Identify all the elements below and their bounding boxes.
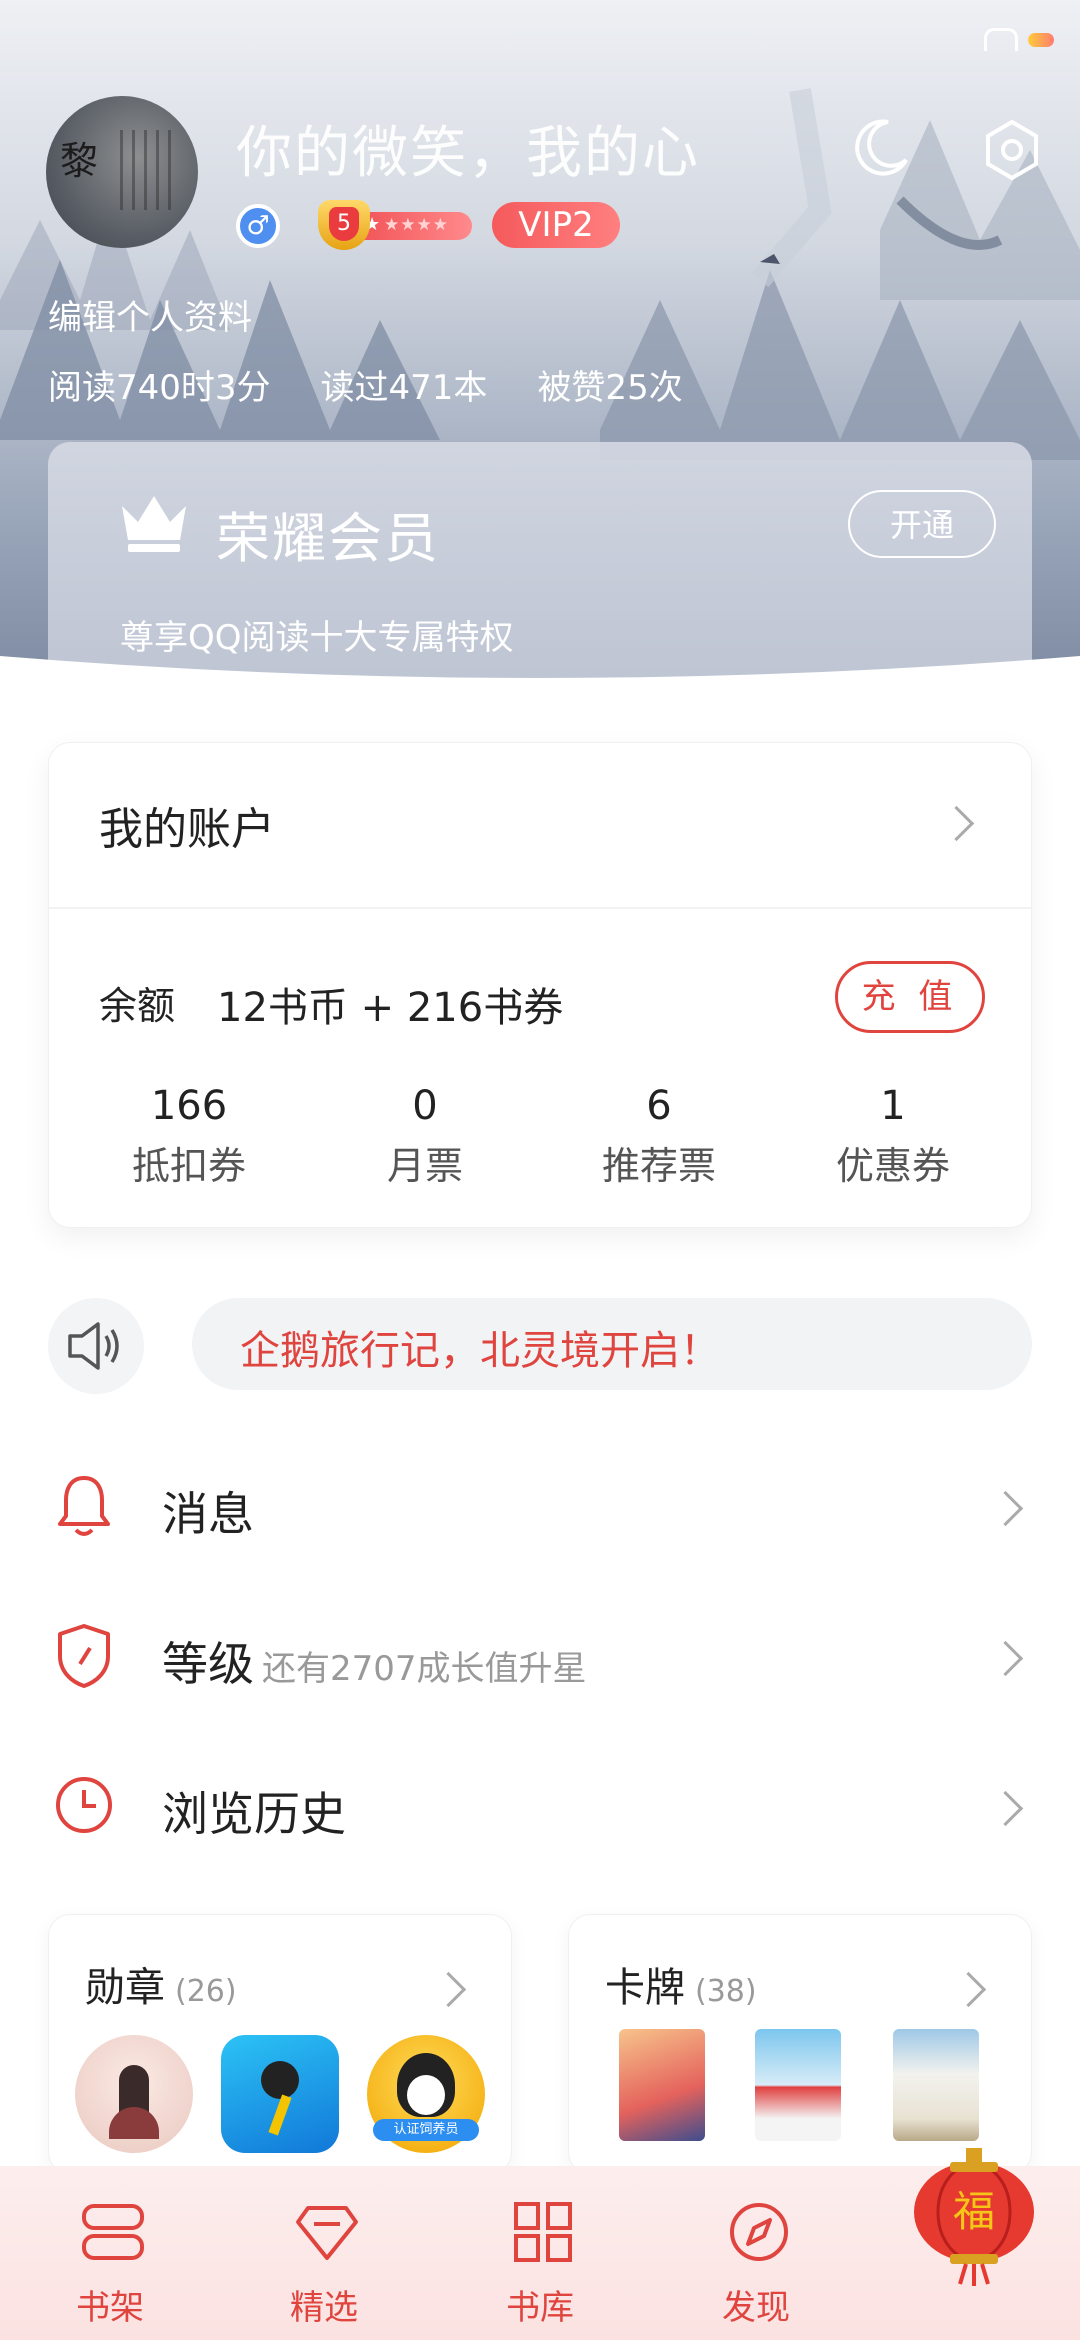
level-number: 5: [329, 207, 359, 241]
chevron-right-icon: [950, 1971, 987, 2008]
speaker-icon: [68, 1322, 119, 1370]
clock-icon: [56, 1777, 112, 1833]
ticket-label: 推荐票: [601, 1144, 716, 1188]
announcement-speaker[interactable]: [48, 1298, 144, 1394]
account-card: 我的账户 余额 12书币 + 216书券 充 值 166 抵扣券 0 月票 6 …: [48, 742, 1032, 1228]
cards-title: 卡牌 (38): [605, 1955, 757, 2013]
tab-label: 书架: [76, 2288, 144, 2328]
battery-icon: [1028, 32, 1054, 47]
diamond-icon: [296, 2206, 358, 2260]
tab-featured[interactable]: 精选: [244, 2166, 404, 2340]
medals-card[interactable]: 勋章 (26) 认证饲养员: [48, 1914, 512, 2174]
shield-icon: [58, 1624, 110, 1688]
level-hint: 还有2707成长值升星: [262, 1649, 587, 1689]
avatar-glyph: 黎: [60, 139, 99, 183]
crown-icon: [122, 496, 186, 552]
ticket-label: 抵扣券: [131, 1144, 246, 1188]
chevron-right-icon: [430, 1971, 467, 2008]
stat-reading-time[interactable]: 阅读740时3分: [48, 360, 271, 409]
tab-bookshelf[interactable]: 书架: [30, 2166, 190, 2340]
avatar-calligraphy: [120, 130, 180, 210]
vip-badge[interactable]: VIP2: [492, 202, 620, 248]
chevron-right-icon: [987, 1490, 1024, 1527]
ticket-deduction[interactable]: 166 抵扣券: [79, 1083, 299, 1190]
divider: [49, 907, 1031, 909]
cards-card[interactable]: 卡牌 (38): [568, 1914, 1032, 2174]
avatar[interactable]: 黎: [46, 96, 198, 248]
menu-label: 消息: [162, 1487, 254, 1541]
card-thumb-white-robe[interactable]: [893, 2029, 979, 2141]
grid-icon: [514, 2202, 572, 2262]
chevron-right-icon: [987, 1640, 1024, 1677]
stat-books-read[interactable]: 读过471本: [321, 360, 488, 409]
my-account-title[interactable]: 我的账户: [99, 793, 275, 857]
empty-stars-icon: ★★★★: [384, 215, 449, 235]
lantern-fortune-icon[interactable]: 福: [904, 2146, 1044, 2286]
recharge-button[interactable]: 充 值: [835, 961, 985, 1033]
menu-item-messages[interactable]: 消息: [0, 1440, 1080, 1570]
ticket-label: 月票: [386, 1144, 463, 1188]
settings-icon[interactable]: [980, 118, 1044, 182]
edit-profile-link[interactable]: 编辑个人资料: [48, 290, 252, 339]
lantern-text: 福: [953, 2187, 995, 2236]
chevron-right-icon[interactable]: [938, 805, 975, 842]
balance-label: 余额: [99, 984, 176, 1028]
compass-icon: [730, 2203, 788, 2261]
level-label: 等级: [162, 1637, 254, 1691]
reading-stats: 阅读740时3分 读过471本 被赞25次: [48, 360, 683, 409]
open-membership-button[interactable]: 开通: [848, 490, 996, 558]
menu-item-level[interactable]: 等级 还有2707成长值升星: [0, 1590, 1080, 1720]
member-title: 荣耀会员: [216, 507, 440, 570]
medal-lady[interactable]: [75, 2035, 193, 2153]
tab-label: 书库: [506, 2288, 574, 2328]
night-mode-icon[interactable]: [848, 116, 912, 180]
announcement-text: 企鹅旅行记，北灵境开启！: [240, 1328, 720, 1374]
gender-male-icon: ♂: [236, 204, 280, 248]
medal-ribbon: 认证饲养员: [373, 2119, 479, 2141]
menu-label: 等级 还有2707成长值升星: [162, 1628, 587, 1694]
profile-header: 黎 你的微笑，我的心 ♂ ★ ★★★★ 5 VIP2 编辑个人资料 阅读740时…: [0, 0, 1080, 690]
tab-discover[interactable]: 发现: [676, 2166, 836, 2340]
medal-penguin[interactable]: 认证饲养员: [367, 2035, 485, 2153]
cards-label: 卡牌: [605, 1965, 685, 2011]
level-shield-icon: 5: [318, 200, 370, 250]
medals-count: (26): [175, 1974, 237, 2009]
medals-label: 勋章: [85, 1965, 165, 2011]
stat-likes[interactable]: 被赞25次: [537, 360, 682, 409]
tab-library[interactable]: 书库: [460, 2166, 620, 2340]
announcement-banner[interactable]: 企鹅旅行记，北灵境开启！: [192, 1298, 1032, 1390]
chevron-right-icon: [987, 1790, 1024, 1827]
ticket-monthly[interactable]: 0 月票: [315, 1083, 535, 1190]
ticket-label: 优惠券: [835, 1144, 950, 1188]
medal-microphone[interactable]: [221, 2035, 339, 2153]
menu-label: 浏览历史: [162, 1787, 346, 1841]
ticket-count: 0: [412, 1083, 438, 1129]
username: 你的微笑，我的心: [236, 121, 700, 186]
ticket-coupon[interactable]: 1 优惠券: [783, 1083, 1003, 1190]
status-bar: [984, 28, 1054, 51]
ticket-recommend[interactable]: 6 推荐票: [549, 1083, 769, 1190]
medals-title: 勋章 (26): [85, 1955, 237, 2013]
wifi-icon: [984, 28, 1018, 51]
gender-symbol: ♂: [246, 211, 270, 241]
cards-count: (38): [695, 1974, 757, 2009]
bell-icon: [58, 1476, 110, 1536]
header-curve: [0, 656, 1080, 740]
balance-value: 12书币 + 216书券: [217, 985, 564, 1031]
ticket-count: 166: [150, 1083, 228, 1129]
ticket-count: 1: [880, 1083, 906, 1129]
tab-label: 发现: [722, 2288, 790, 2328]
ticket-count: 6: [646, 1083, 672, 1129]
level-badge[interactable]: ★ ★★★★ 5: [312, 200, 472, 250]
tab-label: 精选: [290, 2288, 358, 2328]
bookshelf-icon: [82, 2204, 144, 2260]
card-thumb-red-dress[interactable]: [755, 2029, 841, 2141]
card-thumb-anime[interactable]: [619, 2029, 705, 2141]
menu-item-history[interactable]: 浏览历史: [0, 1740, 1080, 1870]
